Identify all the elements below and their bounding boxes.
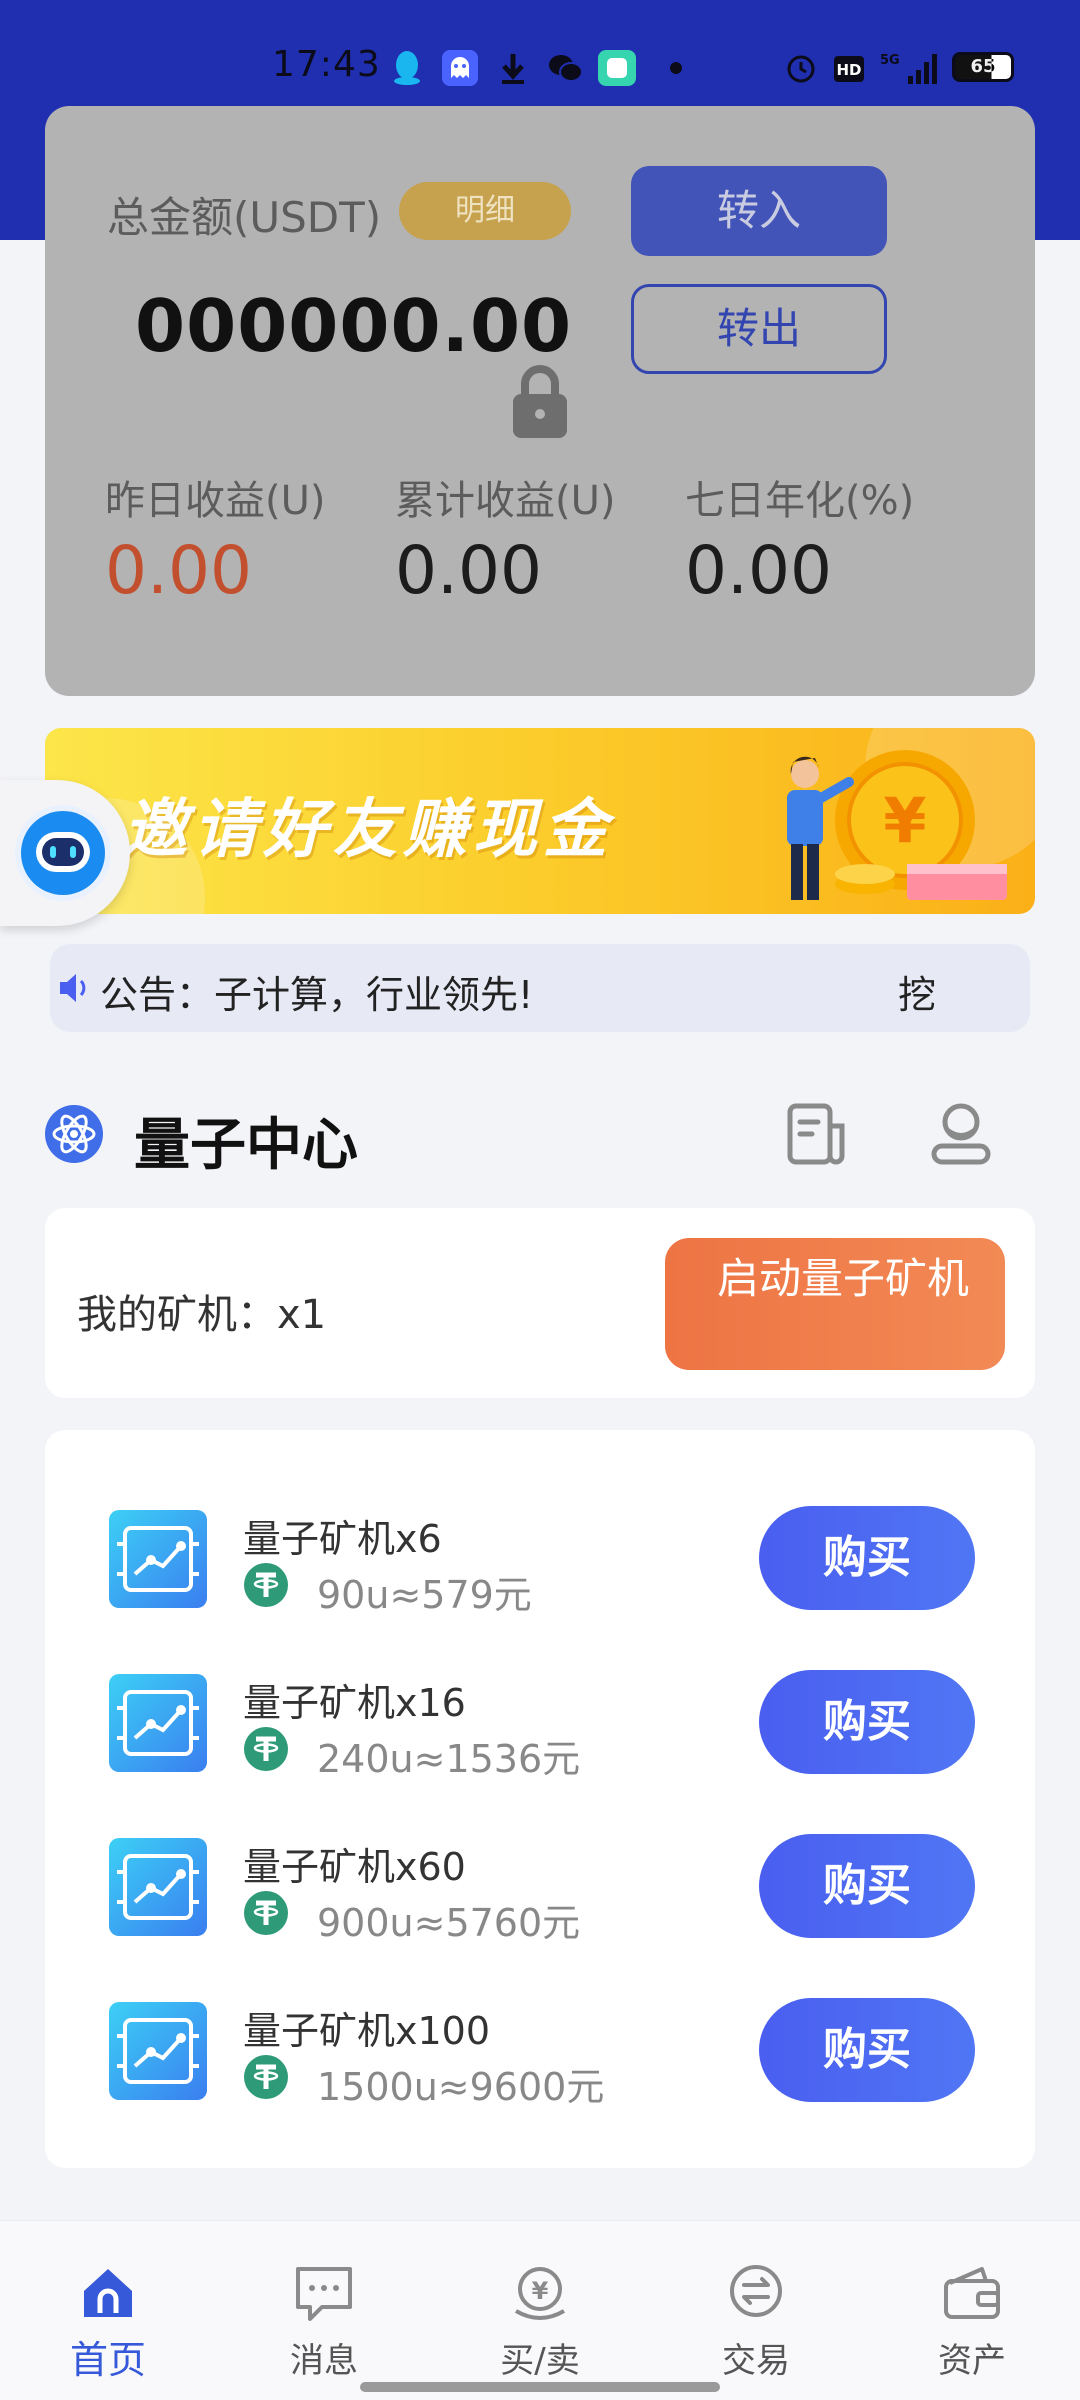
- tether-icon: [244, 1563, 288, 1607]
- buy-sell-icon: ¥: [514, 2267, 566, 2320]
- section-title: 量子中心: [134, 1113, 358, 1178]
- stat-label: 昨日收益(U): [105, 478, 326, 524]
- tether-icon: [244, 2055, 288, 2099]
- start-miner-button[interactable]: 启动量子矿机: [665, 1238, 1005, 1370]
- coin-illustration-icon: ¥: [787, 750, 1007, 900]
- message-icon: [296, 2267, 352, 2321]
- nav-label: 交易: [722, 2341, 790, 2381]
- buy-button[interactable]: 购买: [759, 1670, 975, 1774]
- product-price: 90u≈579元: [317, 1573, 532, 1617]
- total-amount-label: 总金额(USDT): [107, 193, 382, 242]
- hd-icon: HD: [834, 56, 864, 82]
- miner-chip-icon: [109, 1674, 207, 1772]
- svg-text:¥: ¥: [883, 784, 926, 857]
- stat-label: 累计收益(U): [395, 478, 616, 524]
- ghost-app-icon: [442, 50, 478, 86]
- tether-icon: [244, 1727, 288, 1771]
- list-item: 量子矿机x16 240u≈1536元 购买: [45, 1670, 1035, 1781]
- app-icon: [598, 50, 636, 86]
- transfer-out-button[interactable]: 转出: [631, 284, 887, 374]
- notification-dot-icon: [670, 62, 682, 74]
- miner-chip-icon: [109, 1510, 207, 1608]
- list-item: 量子矿机x60 900u≈5760元 购买: [45, 1834, 1035, 1945]
- product-name: 量子矿机x16: [243, 1681, 466, 1725]
- robot-icon: [15, 805, 111, 901]
- product-name: 量子矿机x100: [243, 2009, 491, 2053]
- wallet-icon: [944, 2267, 1000, 2319]
- product-price: 240u≈1536元: [317, 1737, 581, 1781]
- records-icon[interactable]: [786, 1102, 848, 1166]
- announcement-bar[interactable]: 公告：子计算，行业领先! 挖: [50, 944, 1030, 1032]
- cumulative-earnings: 累计收益(U) 0.00: [395, 468, 616, 609]
- svg-text:5G: 5G: [880, 53, 900, 68]
- tether-icon: [244, 1891, 288, 1935]
- buy-button[interactable]: 购买: [759, 1998, 975, 2102]
- speaker-icon: [60, 974, 86, 1002]
- profile-icon[interactable]: [930, 1100, 992, 1168]
- svg-text:¥: ¥: [532, 2277, 549, 2305]
- lock-icon: [513, 365, 567, 438]
- home-icon: [84, 2269, 132, 2317]
- miner-product-list: 量子矿机x6 90u≈579元 购买 量子矿机x16 240u≈1536元 购买…: [45, 1430, 1035, 2168]
- my-miner-card: 我的矿机：x1 启动量子矿机: [45, 1208, 1035, 1398]
- stat-value: 0.00: [685, 532, 832, 609]
- stat-label: 七日年化(%): [685, 478, 915, 524]
- total-amount-value: 000000.00: [135, 284, 573, 368]
- nav-item-messages[interactable]: 消息: [216, 2221, 432, 2400]
- nav-label: 消息: [290, 2341, 358, 2381]
- seven-day-annualized: 七日年化(%) 0.00: [685, 468, 914, 609]
- invite-banner-text: 邀请好友赚现金: [123, 793, 613, 867]
- battery-icon: 65: [952, 52, 1014, 82]
- bottom-nav: 首页 消息 ¥ 买/卖 交易 资产: [0, 2220, 1080, 2400]
- nav-item-assets[interactable]: 资产: [864, 2221, 1080, 2400]
- list-item: 量子矿机x6 90u≈579元 购买: [45, 1506, 1035, 1617]
- home-indicator[interactable]: [360, 2382, 720, 2392]
- nav-item-home[interactable]: 首页: [0, 2221, 216, 2400]
- my-miner-count: 我的矿机：x1: [77, 1292, 327, 1338]
- balance-card: 总金额(USDT) 明细 转入 转出 000000.00 昨日收益(U) 0.0…: [45, 106, 1035, 696]
- alarm-icon: [787, 55, 815, 83]
- svg-text:HD: HD: [836, 61, 861, 79]
- nav-label: 资产: [938, 2341, 1006, 2381]
- product-name: 量子矿机x6: [243, 1517, 442, 1561]
- transfer-in-button[interactable]: 转入: [631, 166, 887, 256]
- stat-value: 0.00: [395, 532, 542, 609]
- nav-label: 首页: [69, 2338, 146, 2382]
- product-name: 量子矿机x60: [243, 1845, 466, 1889]
- buy-button[interactable]: 购买: [759, 1506, 975, 1610]
- nav-label: 买/卖: [500, 2341, 580, 2381]
- list-item: 量子矿机x100 1500u≈9600元 购买: [45, 1998, 1035, 2109]
- nav-item-trade[interactable]: 交易: [648, 2221, 864, 2400]
- detail-button[interactable]: 明细: [399, 182, 571, 240]
- yesterday-earnings: 昨日收益(U) 0.00: [105, 468, 326, 609]
- product-price: 1500u≈9600元: [317, 2065, 605, 2109]
- buy-button[interactable]: 购买: [759, 1834, 975, 1938]
- download-icon: [502, 54, 524, 84]
- invite-banner[interactable]: 邀请好友赚现金 ¥: [45, 728, 1035, 914]
- atom-icon: [45, 1105, 103, 1163]
- qq-icon: [394, 51, 420, 85]
- 5g-signal-icon: 5G: [880, 53, 937, 84]
- status-time: 17:43: [272, 44, 381, 85]
- wechat-icon: [549, 55, 583, 82]
- miner-chip-icon: [109, 1838, 207, 1936]
- miner-chip-icon: [109, 2002, 207, 2100]
- announcement-text: 公告：子计算，行业领先!: [100, 973, 534, 1017]
- product-price: 900u≈5760元: [317, 1901, 581, 1945]
- stat-value: 0.00: [105, 532, 252, 609]
- announcement-scroll-text: 挖: [898, 973, 937, 1017]
- nav-item-buy-sell[interactable]: ¥ 买/卖: [432, 2221, 648, 2400]
- exchange-icon: [730, 2265, 782, 2317]
